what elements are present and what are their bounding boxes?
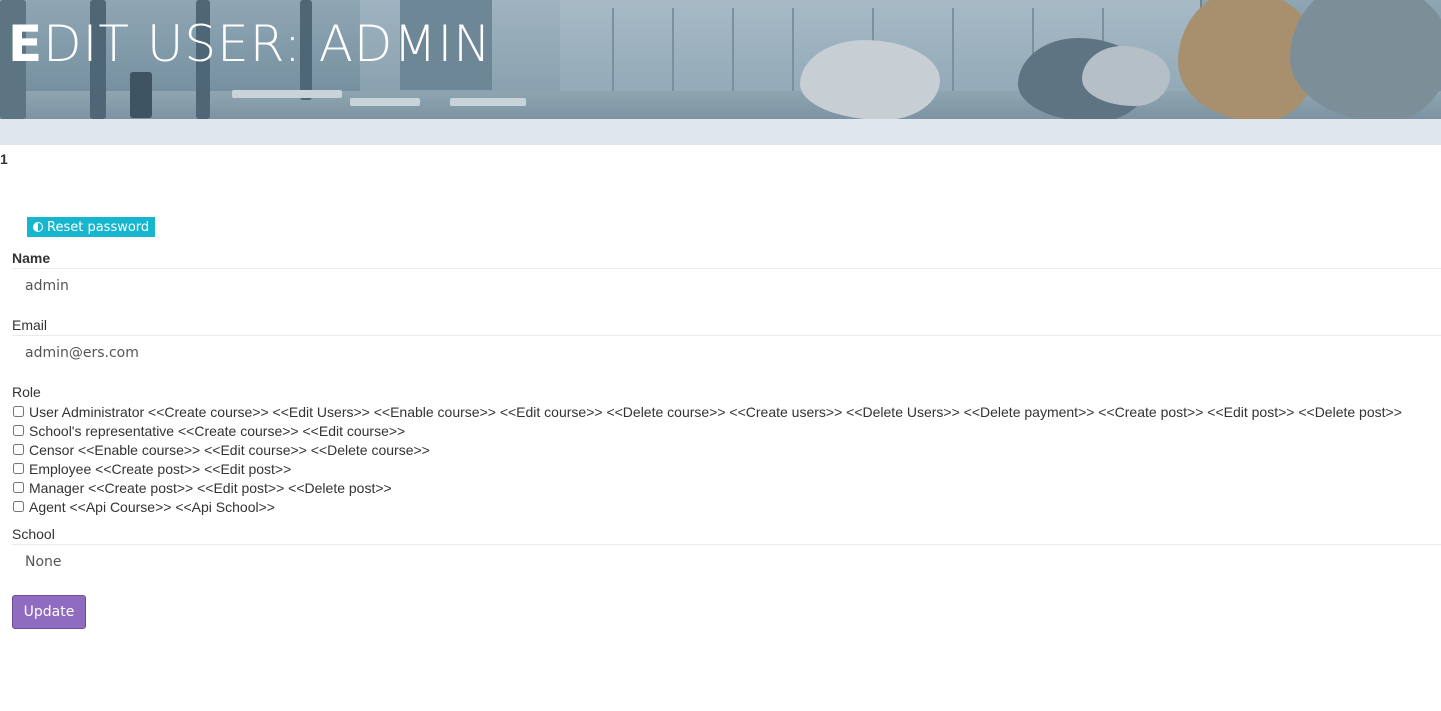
role-option: Censor <<Enable course>> <<Edit course>>… — [12, 440, 1441, 459]
role-label: Role — [12, 384, 41, 400]
reset-password-button[interactable]: Reset password — [27, 217, 156, 237]
role-option: School's representative <<Create course>… — [12, 421, 1441, 440]
role-option-label: School's representative <<Create course>… — [29, 422, 406, 439]
page-title-rest: DIT USER: ADMIN — [43, 15, 492, 73]
email-field[interactable] — [12, 335, 1441, 369]
school-field[interactable] — [12, 544, 1441, 578]
half-circle-icon — [33, 222, 43, 232]
edit-user-form: Name Email Role User Administrator <<Cre… — [12, 248, 1441, 578]
role-option-label: Employee <<Create post>> <<Edit post>> — [29, 460, 292, 477]
page-title: EDIT USER: ADMIN — [8, 14, 492, 74]
role-option-label: Agent <<Api Course>> <<Api School>> — [29, 498, 275, 515]
role-checkbox-agent[interactable] — [13, 501, 24, 512]
record-id: 1 — [0, 151, 8, 167]
page-title-initial: E — [8, 15, 44, 73]
name-field[interactable] — [12, 268, 1441, 302]
sub-header-bar — [0, 119, 1441, 145]
school-label: School — [12, 526, 55, 542]
role-option: User Administrator <<Create course>> <<E… — [12, 402, 1441, 421]
role-checkbox-censor[interactable] — [13, 444, 24, 455]
role-checkbox-manager[interactable] — [13, 482, 24, 493]
role-checkbox-schools-representative[interactable] — [13, 425, 24, 436]
role-option-label: Censor <<Enable course>> <<Edit course>>… — [29, 441, 430, 458]
role-option: Manager <<Create post>> <<Edit post>> <<… — [12, 478, 1441, 497]
role-list: User Administrator <<Create course>> <<E… — [12, 402, 1441, 516]
header-banner: EDIT USER: ADMIN — [0, 0, 1441, 119]
role-option-label: Manager <<Create post>> <<Edit post>> <<… — [29, 479, 392, 496]
email-label: Email — [12, 317, 48, 333]
name-label: Name — [12, 250, 51, 266]
reset-password-label: Reset password — [47, 219, 150, 235]
role-option: Employee <<Create post>> <<Edit post>> — [12, 459, 1441, 478]
role-checkbox-employee[interactable] — [13, 463, 24, 474]
role-option-label: User Administrator <<Create course>> <<E… — [29, 403, 1402, 420]
role-option: Agent <<Api Course>> <<Api School>> — [12, 497, 1441, 516]
update-button[interactable]: Update — [12, 595, 86, 629]
role-checkbox-user-administrator[interactable] — [13, 406, 24, 417]
